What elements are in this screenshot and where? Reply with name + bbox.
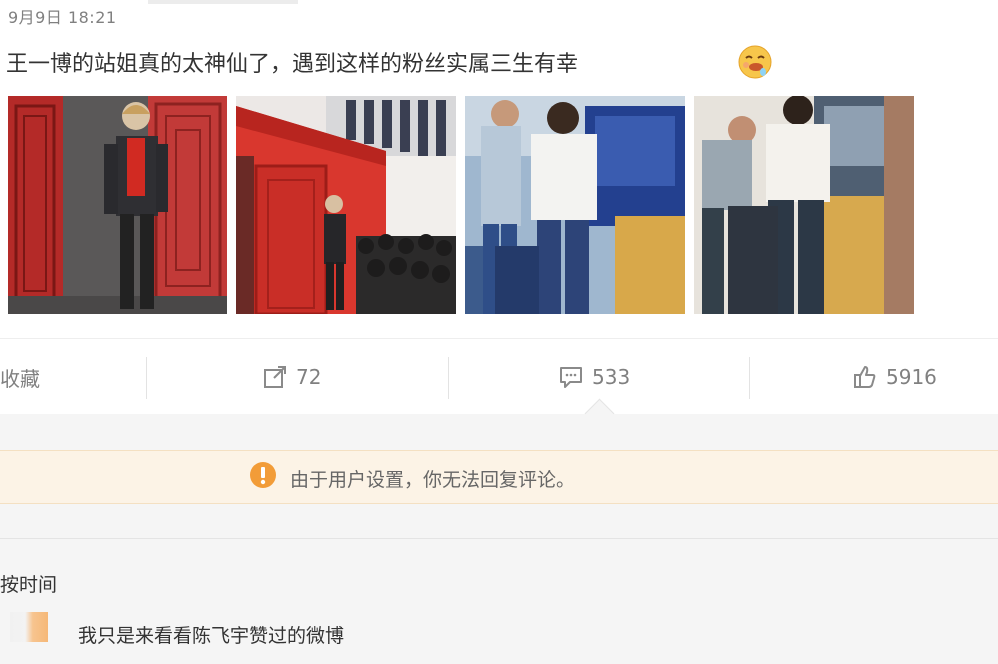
reply-disabled-notice: 由于用户设置，你无法回复评论。 — [0, 450, 998, 504]
like-button[interactable]: 5916 — [852, 359, 937, 395]
photo-luggage-helper-2[interactable] — [694, 96, 914, 314]
drooling-face-emoji-icon — [738, 45, 772, 79]
share-icon — [264, 366, 286, 388]
favorite-label: 收藏 — [0, 366, 40, 391]
divider — [0, 538, 998, 539]
photo-red-stage-crowd[interactable] — [236, 96, 456, 314]
photo-luggage-helper-1[interactable] — [465, 96, 685, 314]
post-timestamp[interactable]: 9月9日 18:21 — [8, 4, 117, 28]
sort-by-time-tab[interactable]: 按时间 — [0, 570, 57, 597]
share-count: 72 — [296, 365, 322, 389]
warning-icon — [250, 462, 276, 488]
action-divider — [146, 357, 147, 399]
weibo-post-page: 9月9日 18:21 王一博的站姐真的太神仙了，遇到这样的粉丝实属三生有幸 收藏… — [0, 0, 998, 664]
comment-count: 533 — [592, 365, 631, 389]
post-text: 王一博的站姐真的太神仙了，遇到这样的粉丝实属三生有幸 — [6, 52, 579, 77]
avatar[interactable] — [10, 612, 48, 642]
share-button[interactable]: 72 — [262, 359, 321, 395]
action-divider — [448, 357, 449, 399]
comment-button[interactable]: 533 — [558, 359, 630, 395]
thumbs-up-icon — [854, 366, 876, 388]
post-action-bar: 收藏 72 533 5916 — [0, 338, 998, 416]
comment-text: 我只是来看看陈飞宇赞过的微博 — [78, 625, 345, 647]
top-edge-artifact — [148, 0, 298, 4]
comment-icon — [560, 367, 582, 388]
favorite-button[interactable]: 收藏 — [0, 359, 40, 395]
photo-red-wall-portrait[interactable] — [8, 96, 227, 314]
comment-panel: 由于用户设置，你无法回复评论。 按时间 我只是来看看陈飞宇赞过的微博 — [0, 414, 998, 664]
like-count: 5916 — [886, 365, 937, 389]
action-divider — [749, 357, 750, 399]
notice-text: 由于用户设置，你无法回复评论。 — [290, 469, 576, 491]
